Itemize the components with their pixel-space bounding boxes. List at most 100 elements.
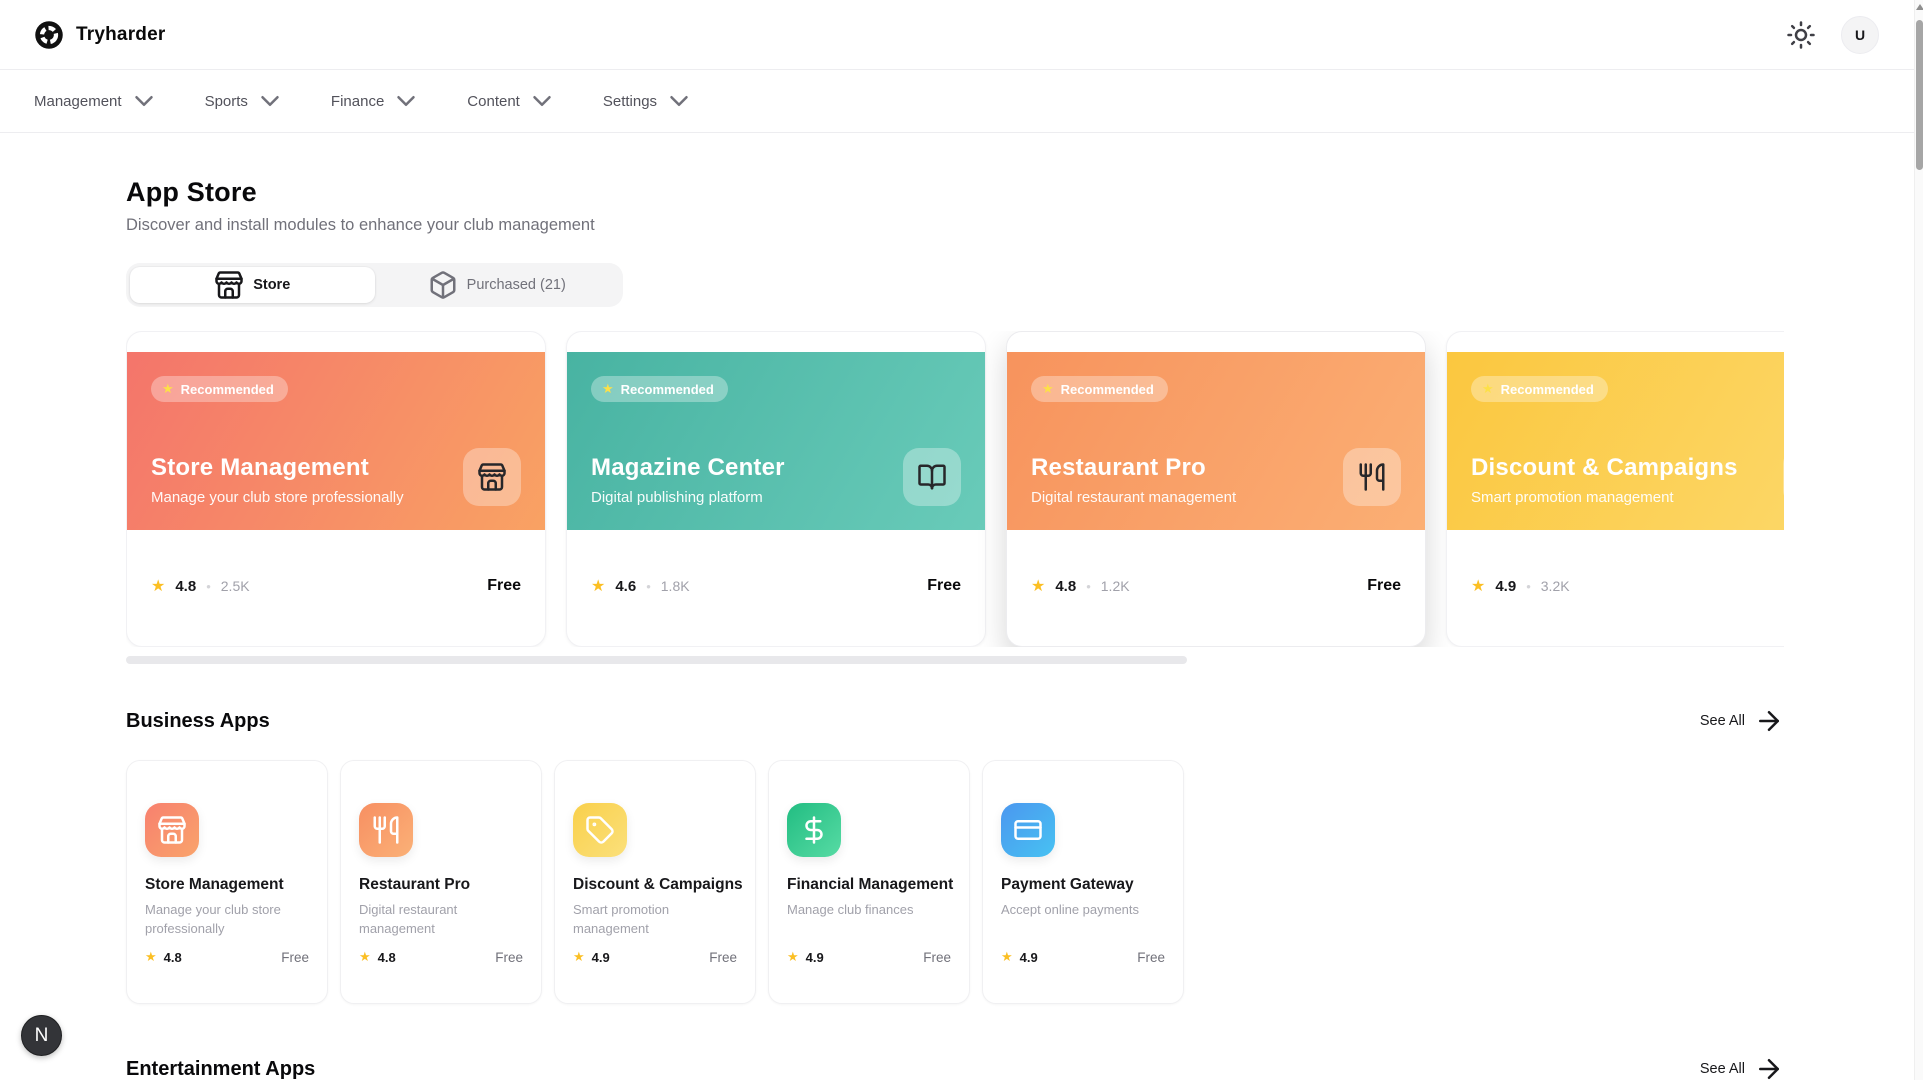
see-all-label: See All	[1700, 1061, 1745, 1077]
chevron-down-icon	[129, 86, 159, 116]
price-label: Free	[1137, 950, 1165, 965]
avatar-initial: U	[1855, 27, 1865, 43]
recommended-badge: ★ Recommended	[591, 376, 728, 402]
rating-value: 4.8	[378, 950, 396, 965]
review-count: 2.5K	[221, 578, 250, 594]
page-title: App Store	[126, 177, 1784, 208]
price-label: Free	[927, 577, 961, 595]
featured-banner: ★ Recommended Restaurant Pro Digital res…	[1007, 352, 1425, 530]
rating-value: 4.9	[592, 950, 610, 965]
app-description: Digital restaurant management	[359, 901, 523, 939]
app-card-restaurant-pro[interactable]: Restaurant Pro Digital restaurant manage…	[340, 760, 542, 1004]
see-all-entertainment-button[interactable]: See All	[1700, 1054, 1784, 1080]
featured-card-discount-campaigns[interactable]: ★ Recommended Discount & Campaigns Smart…	[1446, 331, 1784, 647]
nav-label: Sports	[205, 93, 248, 110]
utensils-icon	[1343, 448, 1401, 506]
price-label: Free	[709, 950, 737, 965]
rating: ★ 4.8 • 2.5K	[151, 576, 250, 596]
rating: ★ 4.9 • 3.2K	[1471, 576, 1570, 596]
chevron-down-icon	[391, 86, 421, 116]
nav-item-settings[interactable]: Settings	[603, 86, 694, 116]
tab-label: Purchased (21)	[467, 277, 566, 293]
badge-label: Recommended	[181, 382, 274, 397]
star-icon: ★	[787, 949, 799, 965]
section-title: Entertainment Apps	[126, 1058, 315, 1080]
nav-item-finance[interactable]: Finance	[331, 86, 421, 116]
nav-label: Finance	[331, 93, 384, 110]
rating-value: 4.9	[1020, 950, 1038, 965]
vertical-scrollbar-thumb[interactable]	[1916, 20, 1923, 170]
credit-card-icon	[1001, 803, 1055, 857]
carousel-scrollbar-thumb[interactable]	[126, 656, 1187, 664]
dot-separator: •	[1086, 579, 1091, 594]
store-icon	[145, 803, 199, 857]
theme-toggle-button[interactable]	[1783, 17, 1819, 53]
store-tabs: Store Purchased (21)	[126, 263, 623, 307]
app-card-discount-campaigns[interactable]: Discount & Campaigns Smart promotion man…	[554, 760, 756, 1004]
app-name: Restaurant Pro	[1031, 454, 1236, 482]
user-avatar[interactable]: U	[1841, 16, 1879, 54]
app-name: Magazine Center	[591, 454, 785, 482]
sun-icon	[1786, 20, 1816, 50]
rating-value: 4.8	[164, 950, 182, 965]
star-icon: ★	[591, 576, 605, 596]
badge-label: Recommended	[1501, 382, 1594, 397]
dot-separator: •	[646, 579, 651, 594]
star-icon: ★	[359, 949, 371, 965]
app-card-payment-gateway[interactable]: Payment Gateway Accept online payments ★…	[982, 760, 1184, 1004]
featured-card-magazine-center[interactable]: ★ Recommended Magazine Center Digital pu…	[566, 331, 986, 647]
badge-label: Recommended	[621, 382, 714, 397]
brand: Tryharder	[34, 20, 165, 50]
rating: ★ 4.8 • 1.2K	[1031, 576, 1130, 596]
dollar-sign-icon	[787, 803, 841, 857]
app-tagline: Smart promotion management	[1471, 489, 1738, 506]
nav-item-management[interactable]: Management	[34, 86, 159, 116]
vertical-scrollbar[interactable]	[1914, 0, 1923, 1080]
app-card-store-management[interactable]: Store Management Manage your club store …	[126, 760, 328, 1004]
rating: ★ 4.9	[573, 949, 610, 965]
chevron-down-icon	[255, 86, 285, 116]
featured-card-store-management[interactable]: ★ Recommended Store Management Manage yo…	[126, 331, 546, 647]
brand-logo-icon	[34, 20, 64, 50]
review-count: 1.8K	[661, 578, 690, 594]
rating: ★ 4.8	[145, 949, 182, 965]
rating: ★ 4.8	[359, 949, 396, 965]
chevron-down-icon	[664, 86, 694, 116]
app-card-financial-management[interactable]: Financial Management Manage club finance…	[768, 760, 970, 1004]
scrollbar-up-arrow[interactable]	[1916, 4, 1923, 10]
star-icon: ★	[1001, 949, 1013, 965]
rating-value: 4.9	[1495, 578, 1516, 595]
app-name: Payment Gateway	[1001, 876, 1165, 894]
star-icon: ★	[162, 381, 174, 397]
see-all-business-button[interactable]: See All	[1700, 706, 1784, 736]
dev-overlay-button[interactable]: N	[21, 1015, 62, 1056]
featured-card-restaurant-pro[interactable]: ★ Recommended Restaurant Pro Digital res…	[1006, 331, 1426, 647]
nav-item-content[interactable]: Content	[467, 86, 557, 116]
app-description: Smart promotion management	[573, 901, 737, 939]
rating-value: 4.9	[806, 950, 824, 965]
rating: ★ 4.9	[787, 949, 824, 965]
dot-separator: •	[1526, 579, 1531, 594]
app-name: Restaurant Pro	[359, 876, 523, 894]
app-description: Manage your club store professionally	[145, 901, 309, 939]
review-count: 3.2K	[1541, 578, 1570, 594]
app-name: Store Management	[151, 454, 404, 482]
tab-store[interactable]: Store	[130, 267, 375, 303]
arrow-right-icon	[1754, 1054, 1784, 1080]
package-icon	[428, 270, 458, 300]
nav-label: Management	[34, 93, 122, 110]
main-nav: Management Sports Finance Content Settin…	[0, 70, 1923, 133]
rating-value: 4.6	[615, 578, 636, 595]
utensils-icon	[359, 803, 413, 857]
featured-banner: ★ Recommended Store Management Manage yo…	[127, 352, 545, 530]
star-icon: ★	[1031, 576, 1045, 596]
store-icon	[463, 448, 521, 506]
tag-icon	[1783, 448, 1784, 506]
section-entertainment-apps: Entertainment Apps See All	[126, 1054, 1784, 1080]
dot-separator: •	[206, 579, 211, 594]
tab-purchased[interactable]: Purchased (21)	[375, 267, 620, 303]
book-open-icon	[903, 448, 961, 506]
nav-item-sports[interactable]: Sports	[205, 86, 285, 116]
star-icon: ★	[145, 949, 157, 965]
recommended-badge: ★ Recommended	[151, 376, 288, 402]
